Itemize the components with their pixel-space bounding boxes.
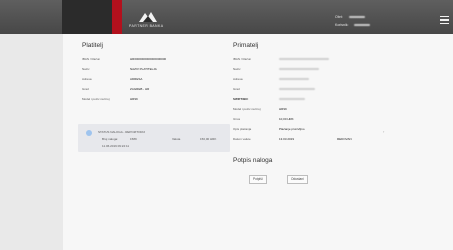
recipient-name-label: Naziv — [233, 67, 241, 71]
recipient-amount-value: 10,00 HRK — [279, 117, 294, 121]
recipient-address-label: Adresa — [233, 77, 243, 81]
redacted-value — [348, 16, 365, 19]
status-amount-value: 150,00 HRK — [200, 137, 217, 141]
redacted-value — [354, 24, 371, 27]
status-number-value: 1589 — [130, 137, 137, 141]
recipient-row: Opis plaćanja Plaćanje proizvljivo — [233, 127, 383, 134]
recipient-row: Grad — [233, 87, 383, 94]
payer-model-value: HR99 — [130, 97, 138, 101]
header-user-label: Korisnik: — [335, 23, 349, 27]
brand-stripe — [112, 0, 122, 34]
bank-logo-icon — [139, 12, 157, 22]
hamburger-menu-icon[interactable] — [440, 16, 449, 24]
recipient-row: SWIFT/BIC — [233, 97, 383, 104]
payer-title: Platitelj — [82, 42, 103, 49]
redacted-value — [279, 68, 319, 70]
recipient-row: IBAN / Račun — [233, 57, 383, 64]
redacted-value — [279, 78, 309, 80]
payer-name-label: Naziv — [82, 67, 90, 71]
sign-button[interactable]: Potpiši — [249, 175, 267, 184]
recipient-row: Naziv — [233, 67, 383, 74]
recipient-row: Adresa — [233, 77, 383, 84]
signature-title: Potpis naloga — [233, 157, 273, 164]
payer-row: Adresa ADRESA — [82, 77, 232, 84]
recipient-row: Datum valute 13.03.2019 REDOVAN — [233, 137, 383, 144]
payer-city-label: Grad — [82, 87, 89, 91]
status-title: STATUS NALOGA - REPOZITORIJ — [98, 130, 146, 134]
redacted-value — [279, 58, 329, 60]
bank-name: PARTNER BANKA — [129, 24, 164, 28]
payment-order-panel: Platitelj IBAN / Račun HR000000000000000… — [63, 34, 453, 250]
status-number-label: Broj naloga: — [102, 137, 119, 141]
payer-row: Model i poziv na broj HR99 — [82, 97, 232, 104]
header-user-line: Korisnik: — [335, 23, 371, 27]
status-amount-label: Valuta — [172, 137, 181, 141]
recipient-title: Primatelj — [233, 42, 259, 49]
recipient-date-label: Datum valute — [233, 137, 251, 141]
payer-model-label: Model i poziv na broj — [82, 97, 110, 101]
payer-address-label: Adresa — [82, 77, 92, 81]
top-bar: PARTNER BANKA Obrt: Korisnik: — [0, 0, 453, 34]
payer-address-value: ADRESA — [130, 77, 143, 81]
recipient-row: Iznos 10,00 HRK — [233, 117, 383, 124]
payer-name-value: NAZIV PLATITELJA — [130, 67, 157, 71]
header-company-line: Obrt: — [335, 15, 365, 19]
bank-logo[interactable]: PARTNER BANKA — [62, 0, 163, 34]
recipient-date-value: 13.03.2019 — [279, 137, 295, 141]
recipient-description-value: Plaćanje proizvljivo — [279, 127, 305, 131]
payer-row: IBAN / Račun HR0000000000000000000 — [82, 57, 232, 64]
header-company-label: Obrt: — [335, 15, 343, 19]
payer-iban-value: HR0000000000000000000 — [130, 57, 167, 61]
recipient-iban-label: IBAN / Račun — [233, 57, 252, 61]
recipient-model-value: HR99 — [279, 107, 287, 111]
payer-row: Grad ZAGREB - HR — [82, 87, 232, 94]
recipient-swift-label: SWIFT/BIC — [233, 97, 249, 101]
redacted-value — [279, 98, 305, 100]
recipient-description-label: Opis plaćanja — [233, 127, 252, 131]
status-date: 11.06.2019 09:22:11 — [102, 144, 130, 148]
redacted-value — [279, 88, 315, 90]
recipient-amount-label: Iznos — [233, 117, 241, 121]
cancel-button[interactable]: Odustani — [287, 175, 308, 184]
status-indicator-icon — [86, 130, 92, 136]
recipient-city-label: Grad — [233, 87, 240, 91]
payer-row: Naziv NAZIV PLATITELJA — [82, 67, 232, 74]
recipient-row: Model i poziv na broj HR99 — [233, 107, 383, 114]
recipient-priority-value: REDOVAN — [337, 137, 352, 141]
chevron-right-icon[interactable]: › — [383, 129, 384, 134]
payer-iban-label: IBAN / Račun — [82, 57, 101, 61]
order-status-card: STATUS NALOGA - REPOZITORIJ Broj naloga:… — [78, 124, 230, 152]
recipient-model-label: Model i poziv na broj — [233, 107, 261, 111]
payer-city-value: ZAGREB - HR — [130, 87, 150, 91]
